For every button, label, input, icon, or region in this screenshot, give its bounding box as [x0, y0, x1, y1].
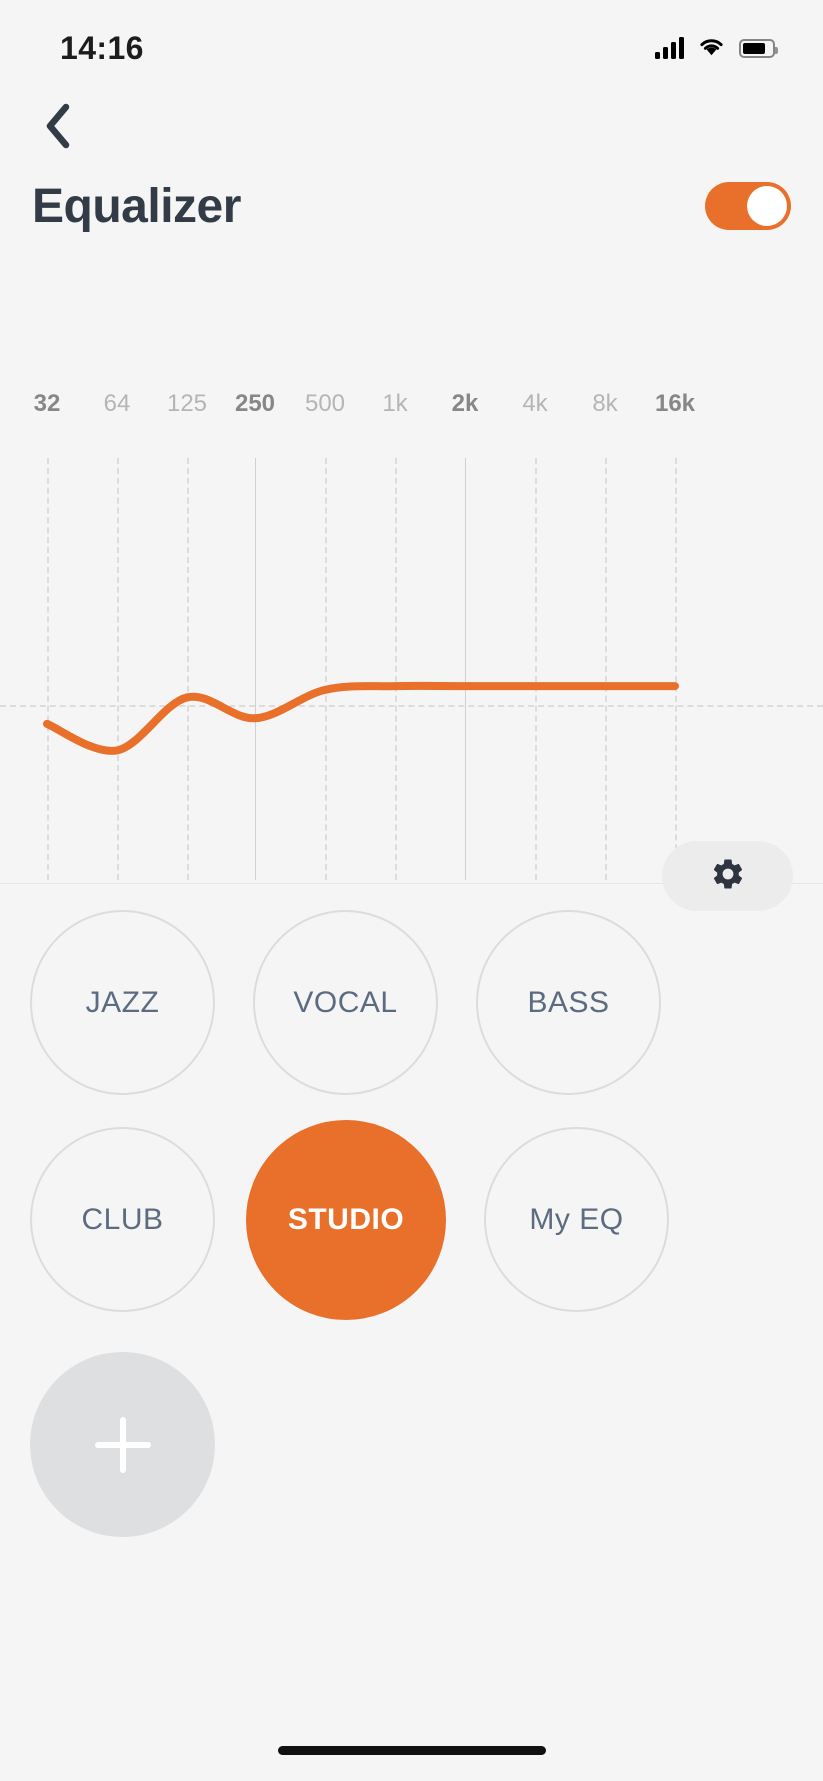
battery-icon — [739, 38, 778, 58]
freq-label-16k: 16k — [654, 390, 696, 417]
preset-vocal[interactable]: VOCAL — [253, 910, 438, 1095]
wifi-icon — [698, 36, 725, 61]
eq-response-curve[interactable] — [0, 458, 823, 880]
preset-label: CLUB — [81, 1202, 164, 1236]
preset-studio[interactable]: STUDIO — [246, 1120, 446, 1320]
preset-row-2: CLUB STUDIO My EQ — [30, 1120, 793, 1320]
preset-row-3 — [30, 1352, 793, 1537]
home-indicator — [277, 1746, 546, 1755]
equalizer-enable-toggle[interactable] — [705, 182, 791, 230]
preset-row-1: JAZZ VOCAL BASS — [30, 910, 793, 1095]
back-button[interactable] — [30, 100, 86, 156]
preset-label: BASS — [527, 985, 610, 1019]
add-preset-button[interactable] — [30, 1352, 215, 1537]
preset-my-eq[interactable]: My EQ — [484, 1127, 669, 1312]
preset-jazz[interactable]: JAZZ — [30, 910, 215, 1095]
freq-label-4k: 4k — [522, 390, 548, 417]
freq-label-64: 64 — [103, 390, 131, 417]
freq-label-1k: 1k — [382, 390, 408, 417]
page-title: Equalizer — [32, 179, 241, 233]
eq-plot-area[interactable] — [0, 458, 823, 880]
status-bar-clock: 14:16 — [60, 29, 144, 66]
status-bar: 14:16 — [0, 0, 823, 96]
preset-label: STUDIO — [287, 1203, 405, 1236]
chevron-left-icon — [43, 103, 73, 154]
freq-label-500: 500 — [304, 390, 346, 417]
page-header: Equalizer — [32, 168, 791, 244]
preset-bass[interactable]: BASS — [476, 910, 661, 1095]
frequency-axis-labels: 32 64 125 250 500 1k 2k 4k 8k 16k — [0, 390, 823, 424]
freq-label-8k: 8k — [592, 390, 618, 417]
status-bar-icons — [655, 36, 778, 61]
eq-graph-section: 32 64 125 250 500 1k 2k 4k 8k 16k — [0, 330, 823, 884]
preset-label: JAZZ — [85, 985, 160, 1019]
equalizer-screen: 14:16 Equalizer 32 64 125 250 500 1k 2k … — [0, 0, 823, 1781]
freq-label-250: 250 — [234, 390, 276, 417]
preset-label: My EQ — [529, 1202, 624, 1236]
plus-icon — [94, 1416, 151, 1473]
freq-label-2k: 2k — [451, 390, 479, 417]
preset-club[interactable]: CLUB — [30, 1127, 215, 1312]
freq-label-125: 125 — [166, 390, 208, 417]
toggle-knob — [747, 186, 787, 226]
freq-label-32: 32 — [33, 390, 61, 417]
preset-label: VOCAL — [293, 985, 398, 1019]
cellular-bars-icon — [655, 37, 684, 59]
preset-list: JAZZ VOCAL BASS CLUB STUDIO My EQ — [0, 884, 823, 1781]
